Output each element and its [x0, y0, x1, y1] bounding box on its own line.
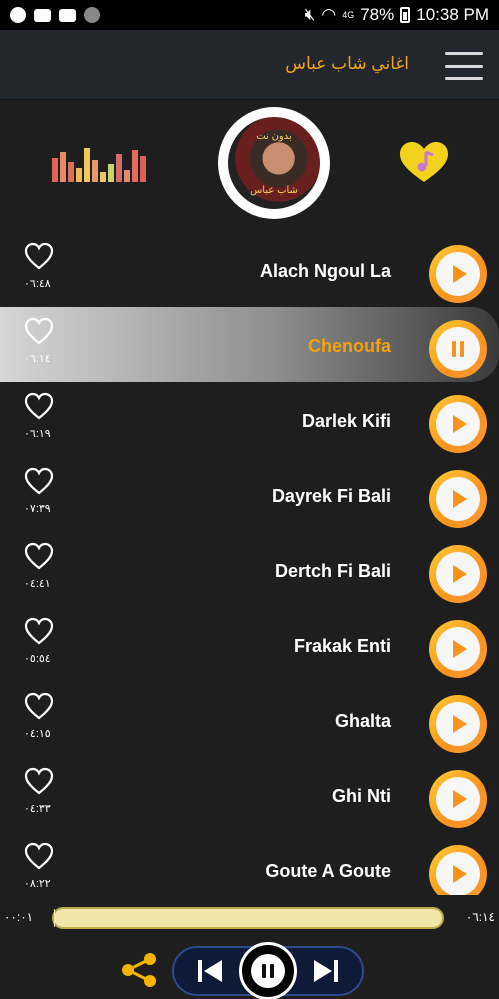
menu-icon [445, 52, 483, 55]
seek-progress [54, 909, 56, 927]
song-play-button[interactable] [429, 845, 487, 895]
clock: 10:38 PM [416, 5, 489, 24]
play-icon [436, 402, 480, 446]
song-row[interactable]: ٠٦:٤٨ Alach Ngoul La [0, 232, 499, 307]
favorite-heart-icon[interactable] [24, 617, 54, 645]
app-bar: اغاني شاب عباس [0, 30, 499, 100]
song-duration: ٠٤:٤١ [24, 578, 51, 590]
play-icon [436, 552, 480, 596]
song-duration: ٠٦:١٩ [24, 428, 51, 440]
favorite-heart-icon[interactable] [24, 467, 54, 495]
song-play-button[interactable] [429, 695, 487, 753]
song-row[interactable]: ٠٤:٣٣ Ghi Nti [0, 757, 499, 832]
mute-icon: 🔇︎ [304, 5, 316, 24]
play-icon [436, 777, 480, 821]
song-play-button[interactable] [429, 770, 487, 828]
header: بدون نت شاب عباس [0, 100, 499, 232]
song-duration: ٠٤:٣٣ [24, 803, 51, 815]
play-icon [436, 252, 480, 296]
song-row[interactable]: ٠٤:٤١ Dertch Fi Bali [0, 532, 499, 607]
favorite-heart-icon[interactable] [24, 542, 54, 570]
heart-music-icon[interactable] [400, 142, 448, 184]
song-title[interactable]: Frakak Enti [294, 636, 391, 657]
favorite-heart-icon[interactable] [24, 767, 54, 795]
avatar-caption-top: بدون نت [256, 131, 292, 142]
menu-icon-bar [445, 77, 483, 80]
skip-previous-icon[interactable] [176, 948, 236, 994]
skip-next-icon[interactable] [300, 948, 360, 994]
play-icon [436, 477, 480, 521]
song-duration: ٠٥:٥٤ [24, 653, 51, 665]
menu-icon-bar [445, 64, 483, 68]
song-duration: ٠٦:١٤ [24, 353, 51, 365]
favorite-heart-icon[interactable] [24, 317, 54, 345]
song-duration: ٠٨:٢٢ [24, 878, 51, 890]
song-row[interactable]: ٠٤:١٥ Ghalta [0, 682, 499, 757]
artist-photo: بدون نت شاب عباس [228, 117, 320, 209]
favorite-heart-icon[interactable] [24, 242, 54, 270]
battery-icon [400, 7, 411, 23]
song-title[interactable]: Darlek Kifi [302, 411, 391, 432]
song-title[interactable]: Ghalta [335, 711, 391, 732]
song-title[interactable]: Dayrek Fi Bali [272, 486, 391, 507]
song-row[interactable]: ٠٥:٥٤ Frakak Enti [0, 607, 499, 682]
gallery-icon [59, 8, 76, 22]
song-play-button[interactable] [429, 620, 487, 678]
share-icon[interactable] [120, 952, 158, 988]
dot-icon [84, 7, 100, 23]
play-icon [436, 627, 480, 671]
song-duration: ٠٤:١٥ [24, 728, 51, 740]
song-row[interactable]: ٠٦:١٩ Darlek Kifi [0, 382, 499, 457]
wifi-icon: ◠ [321, 5, 337, 24]
song-play-button[interactable] [429, 545, 487, 603]
play-icon [436, 852, 480, 895]
song-title[interactable]: Goute A Goute [265, 861, 391, 882]
network-label: 4G [342, 10, 355, 20]
seek-bar[interactable] [52, 907, 444, 929]
menu-button[interactable] [445, 52, 483, 80]
song-row[interactable]: ٠٦:١٤ Chenoufa [0, 307, 499, 382]
player-controls [0, 940, 499, 999]
app-title: اغاني شاب عباس [285, 54, 409, 73]
notification-app-icon [10, 7, 26, 23]
song-play-button[interactable] [429, 245, 487, 303]
battery-percent: 78% [360, 5, 395, 24]
status-system: 🔇︎ ◠ 4G 78% 10:38 PM [305, 5, 489, 25]
equalizer-icon [52, 148, 146, 182]
song-title[interactable]: Chenoufa [308, 336, 391, 357]
status-notifications [10, 7, 100, 23]
youtube-icon [34, 8, 51, 22]
song-list: ٠٦:٤٨ Alach Ngoul La ٠٦:١٤ Chenoufa ٠٦:١٩ Dar… [0, 232, 499, 895]
song-duration: ٠٦:٤٨ [24, 278, 51, 290]
artist-avatar: بدون نت شاب عباس [218, 107, 330, 219]
seek-bar-area: ٠٠:٠١ ٠٦:١٤ [0, 896, 499, 940]
song-play-button[interactable] [429, 470, 487, 528]
pause-icon [251, 954, 285, 988]
pause-icon [436, 327, 480, 371]
total-time: ٠٦:١٤ [465, 910, 495, 924]
favorite-heart-icon[interactable] [24, 842, 54, 870]
elapsed-time: ٠٠:٠١ [4, 910, 34, 924]
song-row[interactable]: ٠٧:٣٩ Dayrek Fi Bali [0, 457, 499, 532]
song-title[interactable]: Ghi Nti [332, 786, 391, 807]
avatar-caption-bottom: شاب عباس [250, 185, 298, 196]
status-bar: 🔇︎ ◠ 4G 78% 10:38 PM [0, 0, 499, 30]
song-play-button[interactable] [429, 395, 487, 453]
song-row[interactable]: ٠٨:٢٢ Goute A Goute [0, 832, 499, 895]
favorite-heart-icon[interactable] [24, 392, 54, 420]
song-duration: ٠٧:٣٩ [24, 503, 51, 515]
favorite-heart-icon[interactable] [24, 692, 54, 720]
song-title[interactable]: Alach Ngoul La [260, 261, 391, 282]
pause-button[interactable] [239, 942, 297, 999]
play-icon [436, 702, 480, 746]
song-title[interactable]: Dertch Fi Bali [275, 561, 391, 582]
song-pause-button[interactable] [429, 320, 487, 378]
